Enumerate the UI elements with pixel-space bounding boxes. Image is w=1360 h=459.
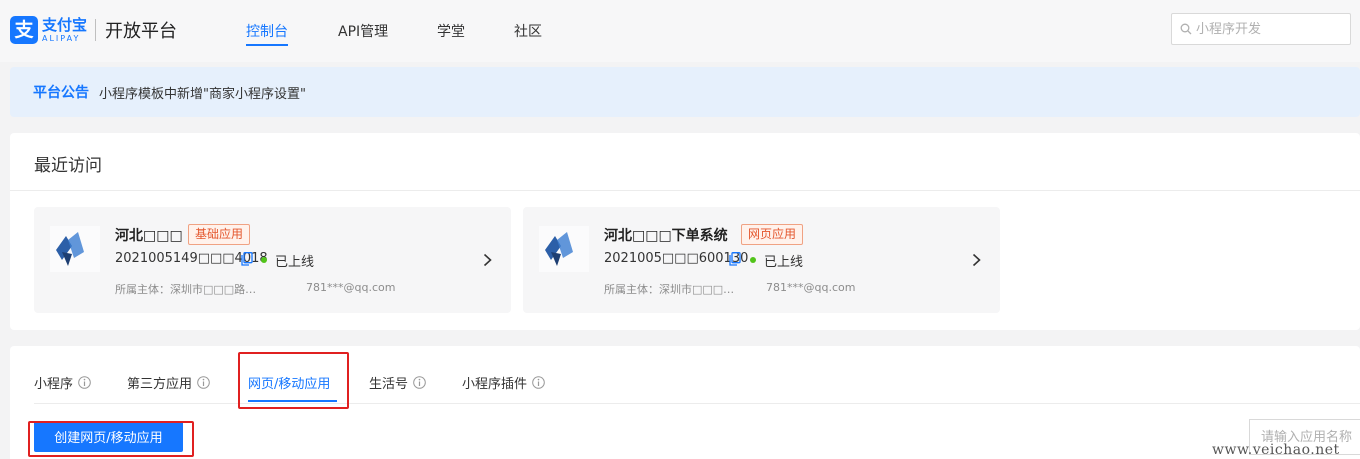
header-search[interactable] xyxy=(1171,13,1351,45)
chevron-right-icon[interactable] xyxy=(972,253,981,267)
app-type-tag: 网页应用 xyxy=(741,224,804,245)
search-icon xyxy=(1180,23,1192,35)
recent-visits-panel: 最近访问 河北□□□ 基础应用 2021005149□□□4018 已上线 所属… xyxy=(10,133,1360,330)
copy-icon[interactable] xyxy=(729,252,741,266)
alipay-logo-icon: 支 xyxy=(10,16,38,44)
logo-divider xyxy=(95,19,97,41)
logo-words: 支付宝 ALIPAY xyxy=(42,15,88,44)
app-status: 已上线 xyxy=(764,255,804,270)
info-icon[interactable] xyxy=(78,376,91,389)
platform-notice: 平台公告 小程序模板中新增"商家小程序设置" xyxy=(10,67,1360,117)
nav-academy[interactable]: 学堂 xyxy=(437,21,465,41)
app-status: 已上线 xyxy=(275,255,315,270)
app-owner: 所属主体：深圳市□□□… xyxy=(604,283,735,296)
divider xyxy=(10,190,1360,191)
annotation-highlight-box xyxy=(238,352,349,409)
tab-label: 生活号 xyxy=(369,377,409,392)
tab-mini-program-plugin[interactable]: 小程序插件 xyxy=(462,373,545,392)
status-online-dot xyxy=(261,257,267,263)
info-icon[interactable] xyxy=(197,376,210,389)
nav-active-indicator xyxy=(246,44,288,46)
app-logo-icon xyxy=(539,226,589,272)
tab-label: 第三方应用 xyxy=(127,377,193,392)
top-header: 支 支付宝 ALIPAY 开放平台 控制台 API管理 学堂 社区 xyxy=(0,0,1360,62)
status-online-dot xyxy=(750,257,756,263)
recent-app-card[interactable]: 河北□□□下单系统 网页应用 2021005□□□600130 已上线 所属主体… xyxy=(523,207,1000,313)
chevron-right-icon[interactable] xyxy=(483,253,492,267)
nav-api-management[interactable]: API管理 xyxy=(338,21,388,41)
logo-en-text: ALIPAY xyxy=(42,33,81,43)
tab-label: 小程序 xyxy=(34,377,74,392)
app-id: 2021005□□□600130 xyxy=(604,251,749,266)
watermark: www.veichao.net xyxy=(1212,442,1340,458)
app-email: 781***@qq.com xyxy=(306,281,396,294)
tab-label: 小程序插件 xyxy=(462,377,528,392)
nav-community[interactable]: 社区 xyxy=(514,21,542,41)
logo-cn-text: 支付宝 xyxy=(42,15,88,34)
app-name: 河北□□□下单系统 xyxy=(604,228,728,244)
app-name: 河北□□□ xyxy=(115,228,183,244)
recent-app-card[interactable]: 河北□□□ 基础应用 2021005149□□□4018 已上线 所属主体：深圳… xyxy=(34,207,511,313)
app-type-tag: 基础应用 xyxy=(188,224,251,245)
divider xyxy=(34,403,1360,404)
tab-third-party-app[interactable]: 第三方应用 xyxy=(127,373,210,392)
recent-visits-title: 最近访问 xyxy=(34,156,102,176)
app-owner: 所属主体：深圳市□□□路… xyxy=(115,283,257,296)
alipay-logo[interactable]: 支 支付宝 ALIPAY 开放平台 xyxy=(10,16,177,44)
header-search-input[interactable] xyxy=(1196,21,1346,37)
my-apps-panel: 小程序 第三方应用 网页/移动应用 生活号 小程序插件 创建网页/移动应用 xyxy=(10,346,1360,459)
tab-mini-program[interactable]: 小程序 xyxy=(34,373,91,392)
tab-life-account[interactable]: 生活号 xyxy=(369,373,426,392)
app-logo-icon xyxy=(50,226,100,272)
notice-link[interactable]: 小程序模板中新增"商家小程序设置" xyxy=(99,83,306,102)
info-icon[interactable] xyxy=(413,376,426,389)
platform-name: 开放平台 xyxy=(105,21,178,42)
copy-icon[interactable] xyxy=(241,252,253,266)
info-icon[interactable] xyxy=(532,376,545,389)
app-email: 781***@qq.com xyxy=(766,281,856,294)
notice-label: 平台公告 xyxy=(33,85,89,101)
nav-console[interactable]: 控制台 xyxy=(246,21,288,41)
annotation-highlight-box xyxy=(28,421,194,457)
